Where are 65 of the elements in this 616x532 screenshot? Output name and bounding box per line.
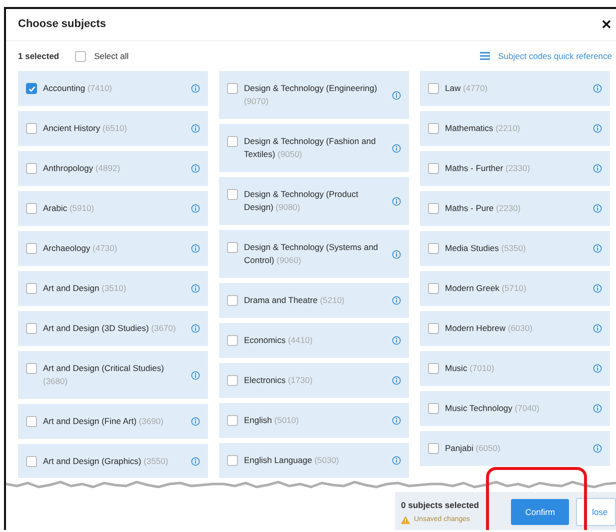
subject-card[interactable]: Panjabi (6050) xyxy=(420,431,610,466)
subject-card[interactable]: Design & Technology (Product Design) (9080) xyxy=(219,177,409,225)
subject-label: Music (7010) xyxy=(445,362,496,375)
subject-label: Design & Technology (Product Design) (9080) xyxy=(244,188,360,214)
subject-card[interactable]: English (5010) xyxy=(219,403,409,438)
subject-label: Maths - Pure (2230) xyxy=(445,202,522,215)
subject-card[interactable]: Design & Technology (Engineering) (9070) xyxy=(219,71,409,119)
dialog-title: Choose subjects xyxy=(18,17,106,32)
subject-card[interactable]: Art and Design (3D Studies) (3670) xyxy=(18,311,208,346)
subject-label: Design & Technology (Systems and Control) (9060) xyxy=(244,241,380,267)
subject-label: Design & Technology (Fashion and Textiles) (9050) xyxy=(244,135,377,161)
subject-card[interactable]: Maths - Further (2330) xyxy=(420,151,610,186)
subject-card[interactable]: English Language (5030) xyxy=(219,443,409,478)
subject-label: Art and Design (Graphics) (3550) xyxy=(43,455,170,468)
subject-label: Electronics (1730) xyxy=(244,374,314,387)
subject-label: Mathematics (2210) xyxy=(445,122,522,135)
subject-card[interactable]: Design & Technology (Systems and Control) (9060) xyxy=(219,230,409,278)
subject-label: Drama and Theatre (5210) xyxy=(244,294,346,307)
subject-label: Maths - Further (2330) xyxy=(445,162,532,175)
subject-card[interactable]: Mathematics (2210) xyxy=(420,111,610,146)
subject-card[interactable]: Maths - Pure (2230) xyxy=(420,191,610,226)
confirm-button[interactable]: Confirm xyxy=(511,498,569,526)
selected-count: 1 selected xyxy=(18,50,60,62)
subject-label: Law (4770) xyxy=(445,82,489,95)
subject-card[interactable]: Music (7010) xyxy=(420,351,610,386)
subject-label: Media Studies (5350) xyxy=(445,242,527,255)
subject-label: Archaeology (4730) xyxy=(43,242,118,255)
selection-summary: 0 subjects selected xyxy=(401,498,479,512)
subject-card[interactable]: Law (4770) xyxy=(420,71,610,106)
subject-card[interactable]: Media Studies (5350) xyxy=(420,231,610,266)
subject-label: Economics (4410) xyxy=(244,334,314,347)
subject-label: Design & Technology (Engineering) (9070) xyxy=(244,82,378,108)
subject-label: Music Technology (7040) xyxy=(445,402,540,415)
subject-label: Ancient History (6510) xyxy=(43,122,128,135)
close-button[interactable]: lose xyxy=(576,498,616,526)
subject-label: Art and Design (3510) xyxy=(43,282,128,295)
subject-card[interactable]: Arabic (5910) xyxy=(18,191,208,226)
subject-card[interactable]: Art and Design (3510) xyxy=(18,271,208,306)
subject-card[interactable]: Design & Technology (Fashion and Textiles) (9050) xyxy=(219,124,409,172)
subject-card[interactable]: Art and Design (Graphics) (3550) xyxy=(18,444,208,478)
subject-card[interactable]: Modern Greek (5710) xyxy=(420,271,610,306)
subject-label: English Language (5030) xyxy=(244,454,340,467)
subject-card[interactable]: Art and Design (Fine Art) (3690) xyxy=(18,404,208,439)
subject-label: Anthropology (4892) xyxy=(43,162,122,175)
close-button[interactable]: ✕ xyxy=(597,18,616,31)
subject-card[interactable]: Ancient History (6510) xyxy=(18,111,208,146)
subject-card[interactable]: Accounting (7410) xyxy=(18,71,208,106)
subject-label: Accounting (7410) xyxy=(43,82,114,95)
subject-card[interactable]: Archaeology (4730) xyxy=(18,231,208,266)
subject-card[interactable]: Drama and Theatre (5210) xyxy=(219,283,409,318)
subject-card[interactable]: Art and Design (Critical Studies) (3680) xyxy=(18,351,208,399)
subject-label: Modern Hebrew (6030) xyxy=(445,322,534,335)
subject-label: Art and Design (Fine Art) (3690) xyxy=(43,415,164,428)
subject-label: Art and Design (Critical Studies) (3680) xyxy=(43,362,165,388)
subject-card[interactable]: Electronics (1730) xyxy=(219,363,409,398)
subject-label: English (5010) xyxy=(244,414,300,427)
subject-label: Arabic (5910) xyxy=(43,202,96,215)
subject-label: Art and Design (3D Studies) (3670) xyxy=(43,322,177,335)
subject-card[interactable]: Anthropology (4892) xyxy=(18,151,208,186)
subject-card[interactable]: Modern Hebrew (6030) xyxy=(420,311,610,346)
subject-label: Modern Greek (5710) xyxy=(445,282,528,295)
subject-card[interactable]: Music Technology (7040) xyxy=(420,391,610,426)
subject-card[interactable]: Economics (4410) xyxy=(219,323,409,358)
subject-label: Panjabi (6050) xyxy=(445,442,502,455)
select-all-label: Select all xyxy=(94,50,129,62)
